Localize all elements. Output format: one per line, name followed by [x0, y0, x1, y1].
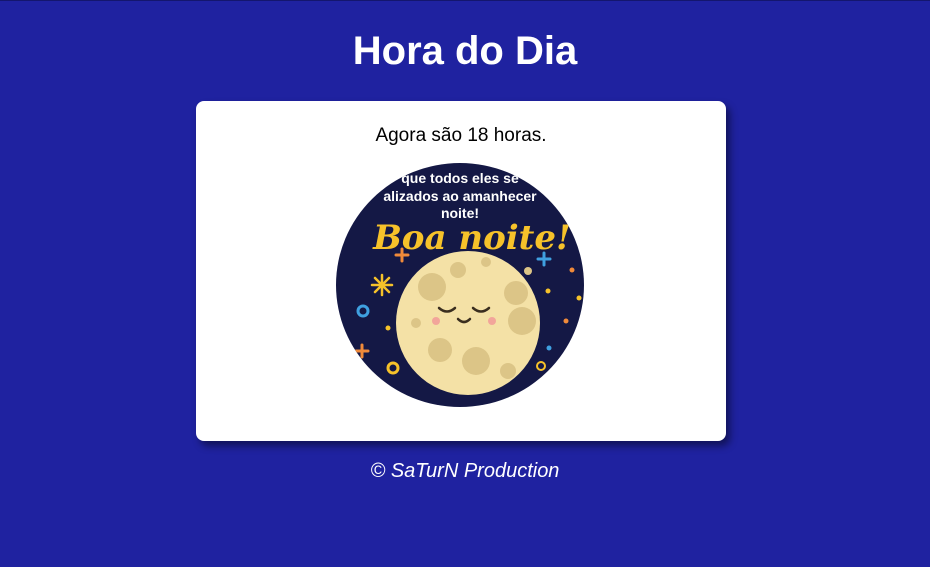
image-caption-line-1: que todos eles se: [401, 170, 519, 186]
image-caption-line-2: alizados ao amanhecer: [383, 188, 537, 204]
footer-credit: © SaTurN Production: [370, 460, 560, 482]
moon-face: [396, 251, 540, 395]
time-card: Agora são 18 horas. que todos eles se al…: [196, 101, 726, 441]
time-message: Agora são 18 horas.: [375, 125, 547, 146]
page-title: Hora do Dia: [352, 29, 578, 73]
good-night-image: que todos eles se alizados ao amanhecer …: [336, 163, 584, 407]
